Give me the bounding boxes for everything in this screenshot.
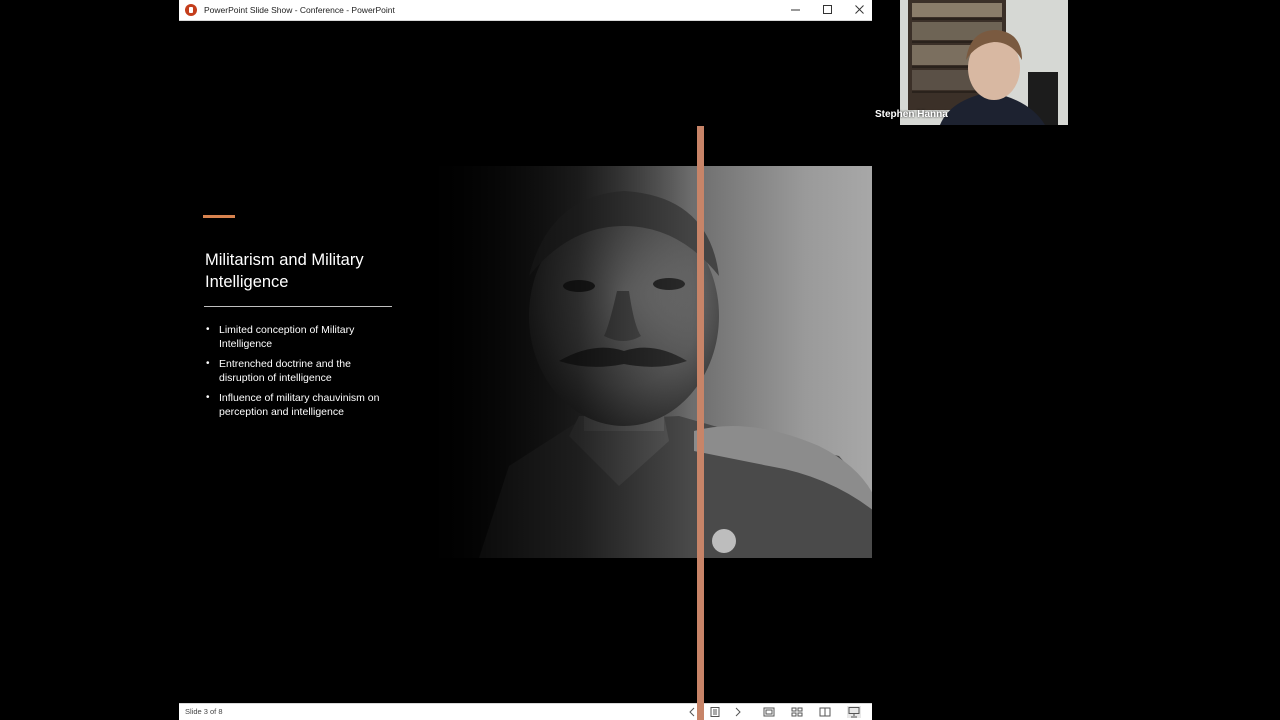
bullet-text: Entrenched doctrine and the disruption o…: [219, 358, 351, 384]
maximize-icon: [823, 5, 832, 14]
slide-sorter-icon[interactable]: [791, 706, 803, 718]
minimize-button[interactable]: [780, 0, 812, 20]
slide-canvas[interactable]: Militarism and Military Intelligence • L…: [179, 21, 872, 703]
window-title: PowerPoint Slide Show - Conference - Pow…: [204, 5, 395, 15]
powerpoint-window: PowerPoint Slide Show - Conference - Pow…: [179, 0, 872, 720]
close-icon: [855, 5, 864, 14]
slideshow-icon[interactable]: [847, 706, 861, 718]
close-button[interactable]: [844, 0, 876, 20]
bullet-item: • Limited conception of Military Intelli…: [205, 323, 395, 351]
slide-title: Militarism and Military Intelligence: [205, 251, 364, 291]
title-accent-line: [203, 215, 235, 218]
slide-counter: Slide 3 of 8: [185, 707, 223, 716]
bullet-icon: •: [206, 358, 210, 369]
screen: PowerPoint Slide Show - Conference - Pow…: [0, 0, 1280, 720]
slide-list-icon[interactable]: [709, 706, 721, 718]
participant-name: Stephen Hanna: [875, 109, 948, 120]
maximize-button[interactable]: [812, 0, 844, 20]
bullet-text: Limited conception of Military Intellige…: [219, 324, 355, 350]
bullet-list: • Limited conception of Military Intelli…: [205, 323, 395, 425]
next-slide-icon[interactable]: [732, 706, 744, 718]
bullet-item: • Entrenched doctrine and the disruption…: [205, 357, 395, 385]
window-edge-accent: [697, 126, 704, 720]
powerpoint-icon: [185, 4, 197, 16]
bullet-item: • Influence of military chauvinism on pe…: [205, 391, 395, 419]
bullet-text: Influence of military chauvinism on perc…: [219, 392, 380, 418]
title-bar[interactable]: PowerPoint Slide Show - Conference - Pow…: [179, 0, 872, 21]
status-bar: Slide 3 of 8: [179, 703, 872, 720]
normal-view-icon[interactable]: [763, 706, 775, 718]
minimize-icon: [791, 9, 800, 11]
bullet-icon: •: [206, 324, 210, 335]
title-divider: [204, 306, 392, 307]
bullet-icon: •: [206, 392, 210, 403]
portrait-photo: [419, 166, 872, 558]
reading-view-icon[interactable]: [819, 706, 831, 718]
